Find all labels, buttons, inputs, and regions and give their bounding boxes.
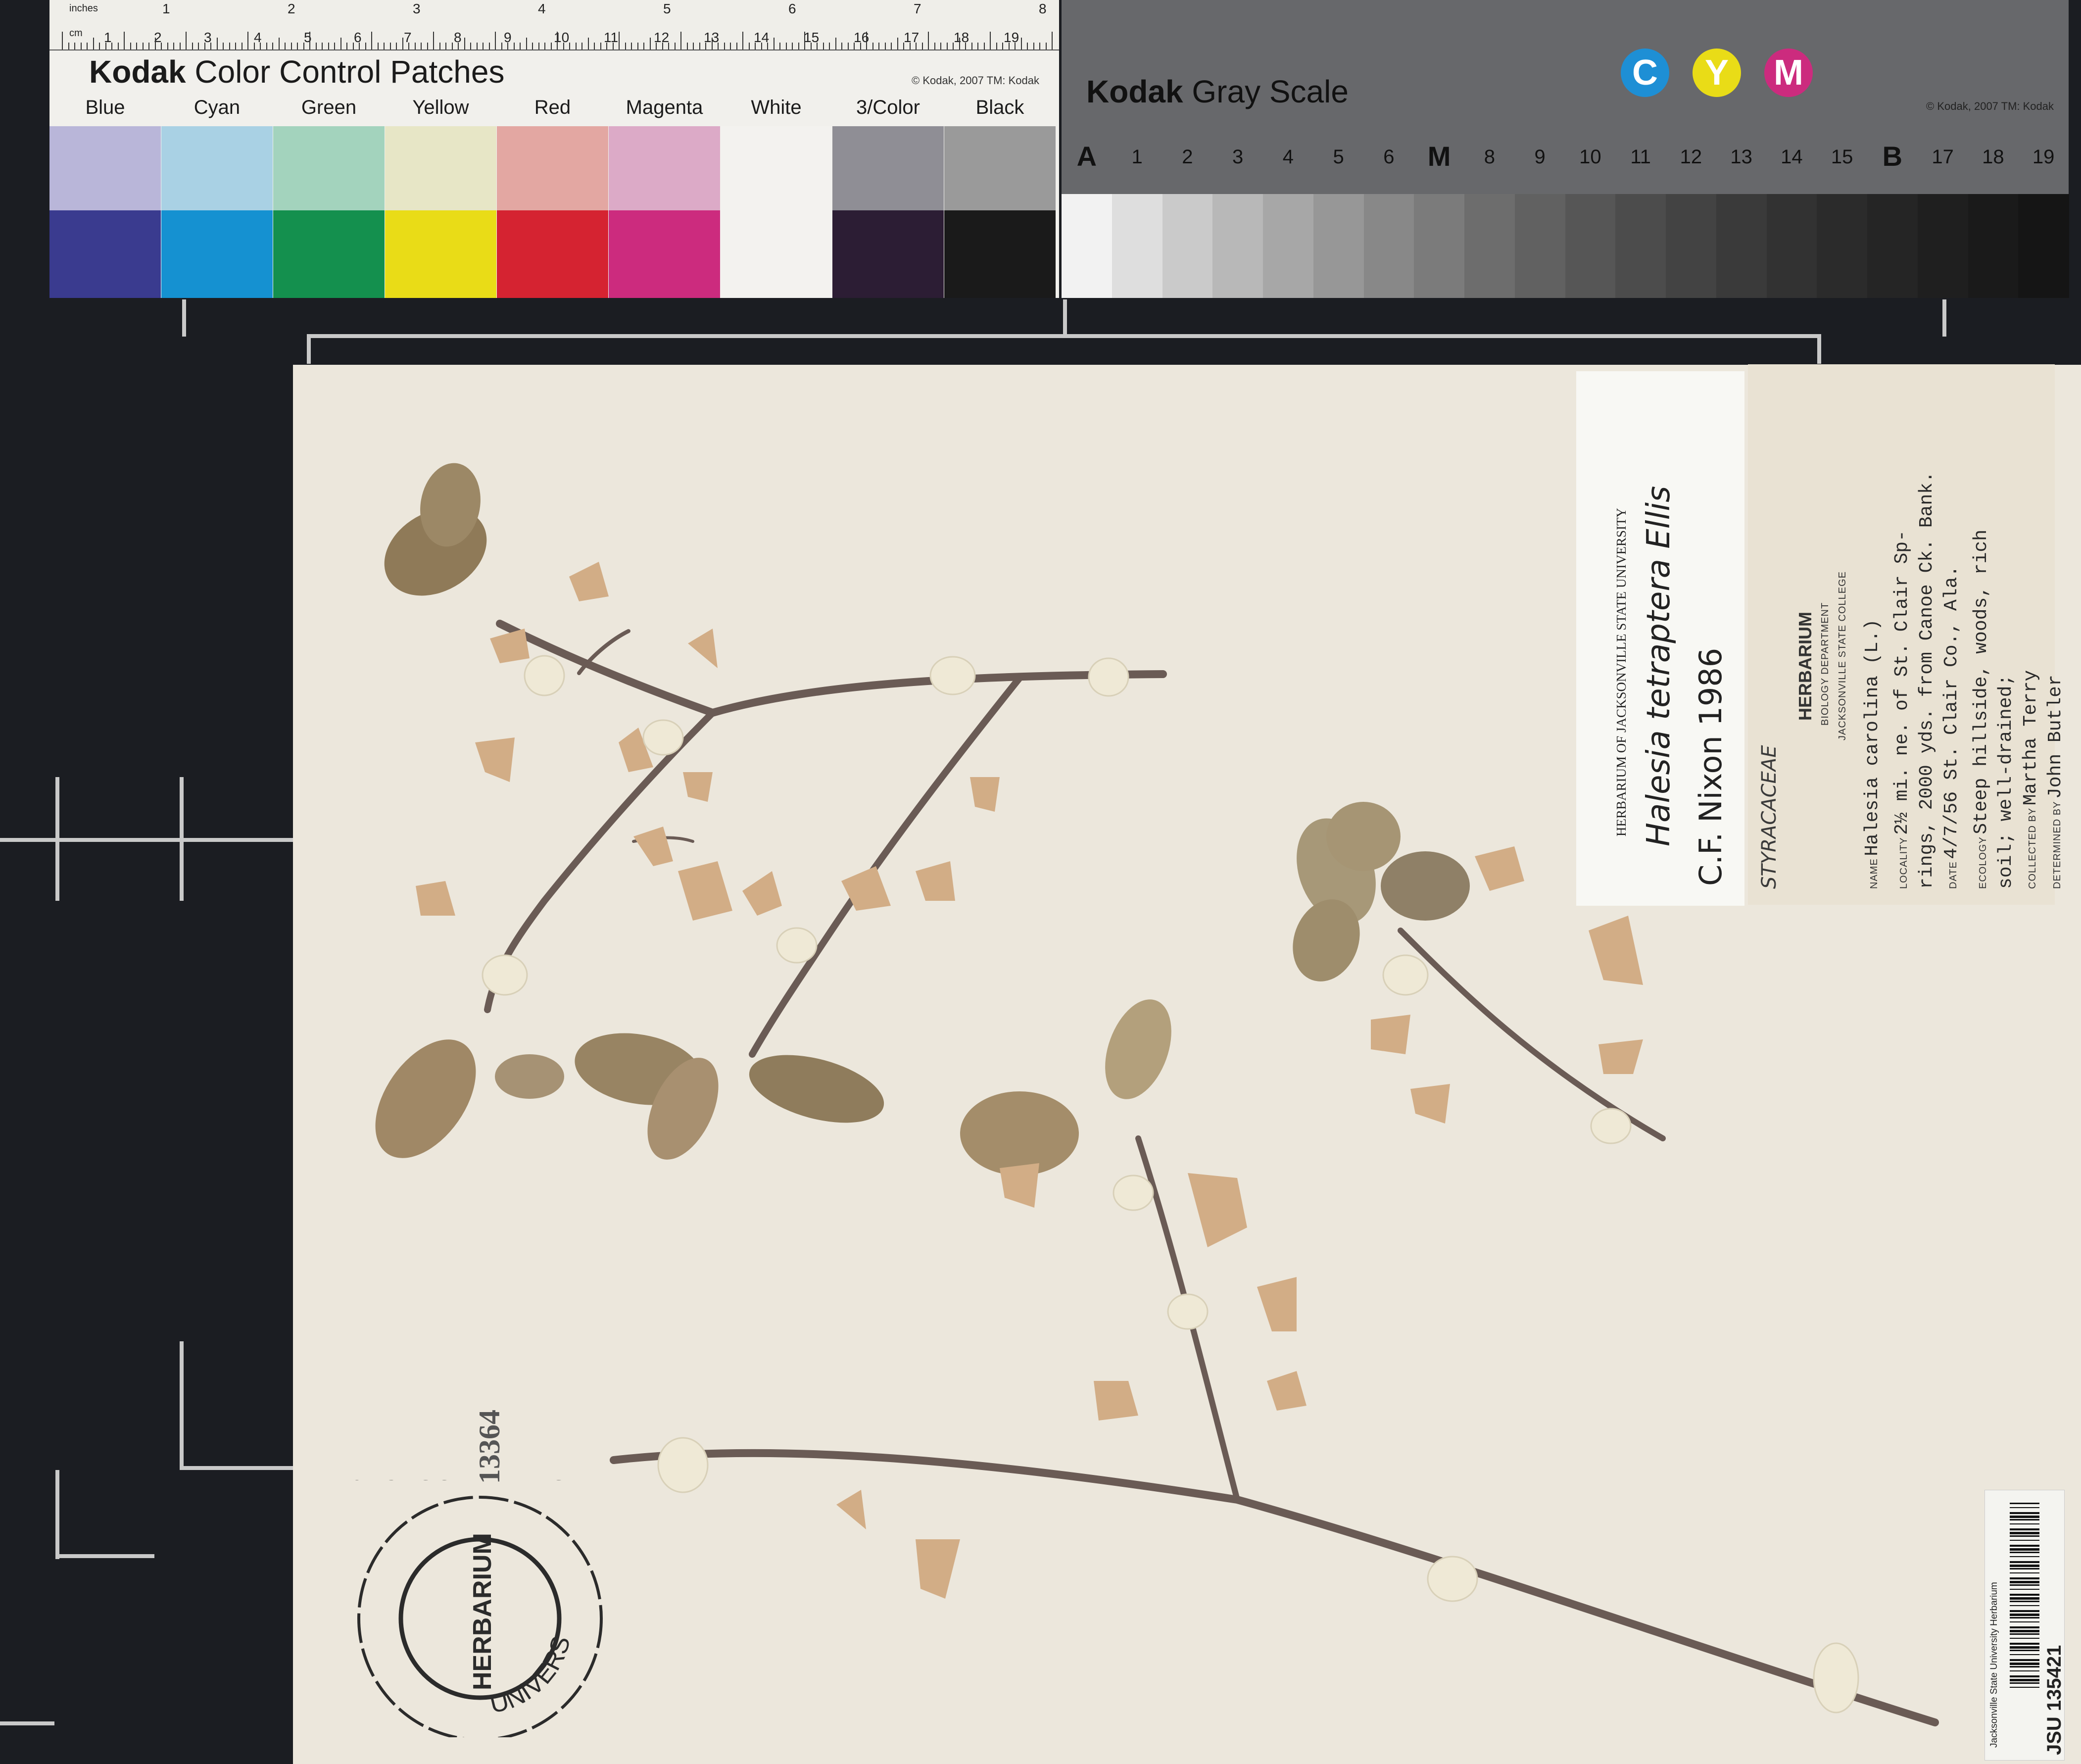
barcode-bar: [2010, 1626, 2039, 1628]
accession-number: 13364: [473, 1410, 506, 1484]
barcode-bar: [2010, 1679, 2039, 1681]
barcode-bar: [2010, 1516, 2039, 1518]
label-dept: BIOLOGY DEPARTMENT: [1820, 602, 1831, 726]
barcode-bar: [2010, 1617, 2039, 1618]
label-ecology-line: ECOLOGY Steep hillside, woods, rich: [1971, 529, 1992, 889]
label-collected-line: COLLECTED BY Martha Terry: [2020, 670, 2041, 889]
barcode-bar: [2010, 1523, 2039, 1524]
barcode-bar: [2010, 1630, 2039, 1632]
barcode-bar: [2010, 1605, 2039, 1606]
barcode-bar: [2010, 1581, 2039, 1583]
label-ecology-line-2: soil; well-drained;: [1995, 674, 2017, 889]
label-institution: HERBARIUM OF JACKSONVILLE STATE UNIVERSI…: [1614, 508, 1629, 836]
barcode-bar: [2010, 1638, 2039, 1639]
determination-label: HERBARIUM OF JACKSONVILLE STATE UNIVERSI…: [1576, 371, 1744, 906]
label-locality-line-2: rings, 2000 yds. from Canoe Ck. Bank.: [1916, 471, 1937, 889]
barcode-bar: [2010, 1507, 2039, 1508]
barcode-bar: [2010, 1659, 2039, 1661]
barcode-bar: [2010, 1548, 2039, 1551]
barcode-bar: [2010, 1654, 2039, 1655]
stamp-ring-top: JACKSONVILLE STATE: [351, 1480, 609, 1486]
barcode-bar: [2010, 1646, 2039, 1649]
barcode-bar: [2010, 1621, 2039, 1622]
label-heading: HERBARIUM: [1795, 612, 1815, 721]
barcode-bar: [2010, 1650, 2039, 1651]
barcode-bar: [2010, 1545, 2039, 1547]
barcode-caption: Jacksonville State University Herbarium: [1989, 1582, 1999, 1748]
label-date-line: DATE 4/7/56 St. Clair Co., Ala.: [1941, 565, 1962, 889]
barcode-bar: [2010, 1519, 2039, 1520]
barcode-bar: [2010, 1540, 2039, 1541]
stamp-center: HERBARIUM: [468, 1533, 497, 1690]
barcode-bar: [2010, 1512, 2039, 1514]
barcode-bar: [2010, 1503, 2039, 1504]
stamp-ring-bottom: UNIVERSITY: [351, 1480, 576, 1719]
barcode-label: JSU 135421 Jacksonville State University…: [1984, 1490, 2065, 1761]
barcode-bar: [2010, 1597, 2039, 1600]
barcode-bar: [2010, 1532, 2039, 1534]
barcode-bar: [2010, 1556, 2039, 1557]
herbarium-stamp: JACKSONVILLE STATE UNIVERSITY HERBARIUM: [351, 1480, 609, 1737]
collection-label: STYRACACEAE HERBARIUM BIOLOGY DEPARTMENT…: [1748, 364, 2066, 905]
barcode-bar: [2010, 1633, 2039, 1635]
label-locality-line: LOCALITY 2½ mi. ne. of St. Clair Sp-: [1891, 530, 1913, 889]
barcode-bar: [2010, 1663, 2039, 1665]
barcode-bar: [2010, 1589, 2039, 1590]
barcode-bar: [2010, 1643, 2039, 1645]
barcode-bar: [2010, 1682, 2039, 1684]
barcode-bar: [2010, 1594, 2039, 1596]
label-species: Halesia tetraptera Ellis: [1641, 486, 1677, 846]
label-name-line: NAME Halesia carolina (L.): [1862, 619, 1883, 889]
barcode-bar: [2010, 1565, 2039, 1567]
barcode-bar: [2010, 1572, 2039, 1573]
barcode-bar: [2010, 1561, 2039, 1563]
barcode-bar: [2010, 1528, 2039, 1530]
barcode-bar: [2010, 1666, 2039, 1667]
barcode: [2010, 1503, 2039, 1691]
barcode-bar: [2010, 1687, 2039, 1688]
label-family: STYRACACEAE: [1758, 745, 1781, 889]
barcode-bar: [2010, 1614, 2039, 1616]
barcode-bar: [2010, 1584, 2039, 1586]
barcode-bar: [2010, 1610, 2039, 1612]
barcode-bar: [2010, 1568, 2039, 1569]
barcode-bar: [2010, 1670, 2039, 1671]
barcode-bar: [2010, 1577, 2039, 1579]
barcode-bar: [2010, 1601, 2039, 1602]
label-college: JACKSONVILLE STATE COLLEGE: [1837, 571, 1848, 740]
barcode-code: JSU 135421: [2043, 1645, 2065, 1755]
barcode-bar: [2010, 1535, 2039, 1537]
barcode-bar: [2010, 1552, 2039, 1553]
barcode-bar: [2010, 1675, 2039, 1677]
label-annotator: C.F. Nixon 1986: [1693, 647, 1729, 886]
label-determined-line: DETERMINED BY John Butler: [2045, 675, 2066, 889]
